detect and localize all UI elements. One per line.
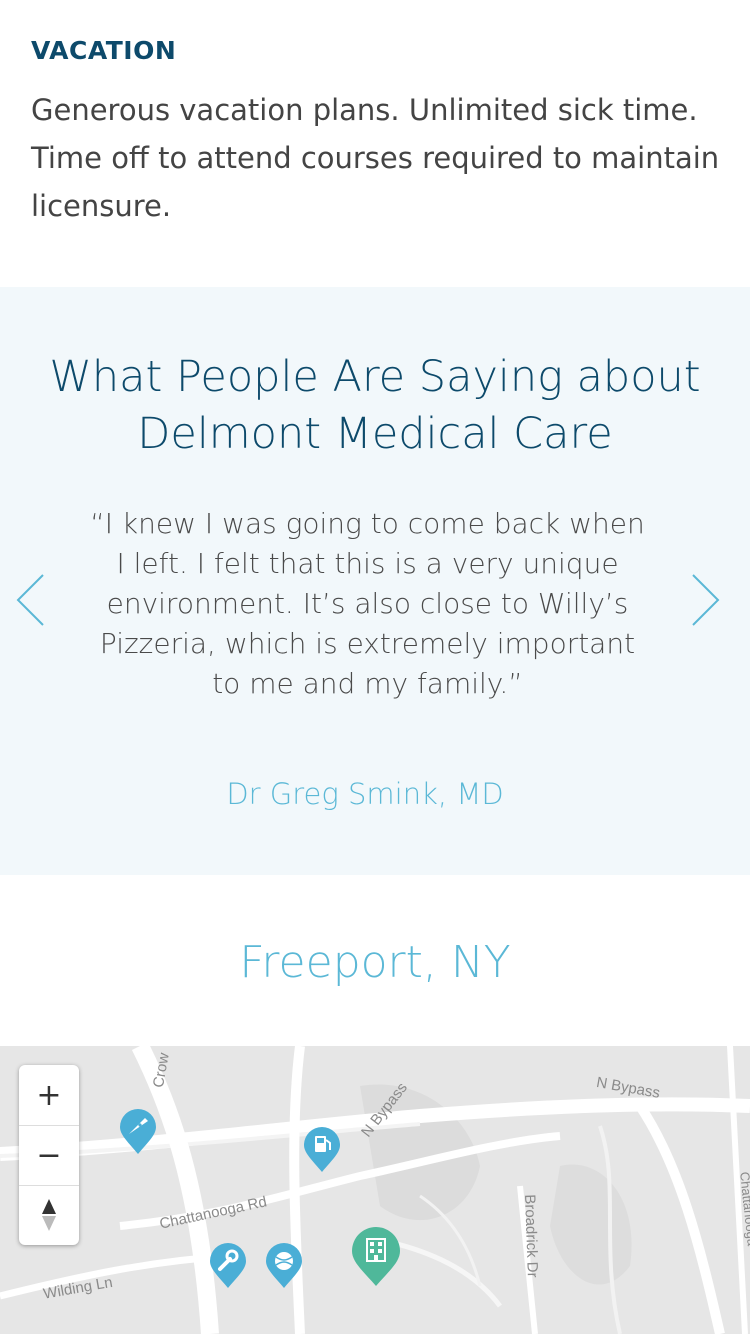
testimonial-author: Dr Greg Smink, MD	[226, 777, 504, 811]
testimonials-section: What People Are Saying about Delmont Med…	[0, 287, 750, 875]
testimonial-quote: “I knew I was going to come back when I …	[90, 507, 645, 700]
next-testimonial-button[interactable]	[688, 573, 722, 627]
benefit-title: VACATION	[31, 36, 177, 65]
zoom-in-button[interactable]: +	[19, 1065, 79, 1126]
gas-pump-icon	[304, 1127, 340, 1172]
benefit-description: Generous vacation plans. Unlimited sick …	[31, 93, 720, 223]
road-label-broadrick: Broadrick Dr	[521, 1194, 541, 1278]
building-icon	[352, 1227, 400, 1286]
ball-icon	[266, 1243, 302, 1288]
sports-pin[interactable]	[264, 1242, 304, 1294]
map-zoom-controls: + −	[19, 1065, 79, 1245]
wrench-icon	[210, 1243, 246, 1288]
previous-testimonial-button[interactable]	[14, 573, 48, 627]
benefit-section: VACATION Generous vacation plans. Unlimi…	[0, 0, 750, 287]
zoom-out-button[interactable]: −	[19, 1125, 79, 1186]
pizza-icon	[120, 1109, 156, 1154]
compass-icon	[42, 1199, 56, 1231]
map[interactable]: N Bypass N Bypass Chattanooga Rd Wilding…	[0, 1046, 750, 1334]
repair-pin[interactable]	[208, 1242, 248, 1294]
location-title: Freeport, NY	[239, 937, 511, 988]
testimonials-title: What People Are Saying about Delmont Med…	[49, 352, 701, 459]
hospital-pin[interactable]	[350, 1226, 402, 1292]
chevron-left-icon	[16, 574, 44, 626]
pizza-pin[interactable]	[118, 1108, 158, 1160]
gas-station-pin[interactable]	[302, 1126, 342, 1178]
reset-bearing-button[interactable]	[19, 1185, 79, 1245]
chevron-right-icon	[692, 574, 720, 626]
